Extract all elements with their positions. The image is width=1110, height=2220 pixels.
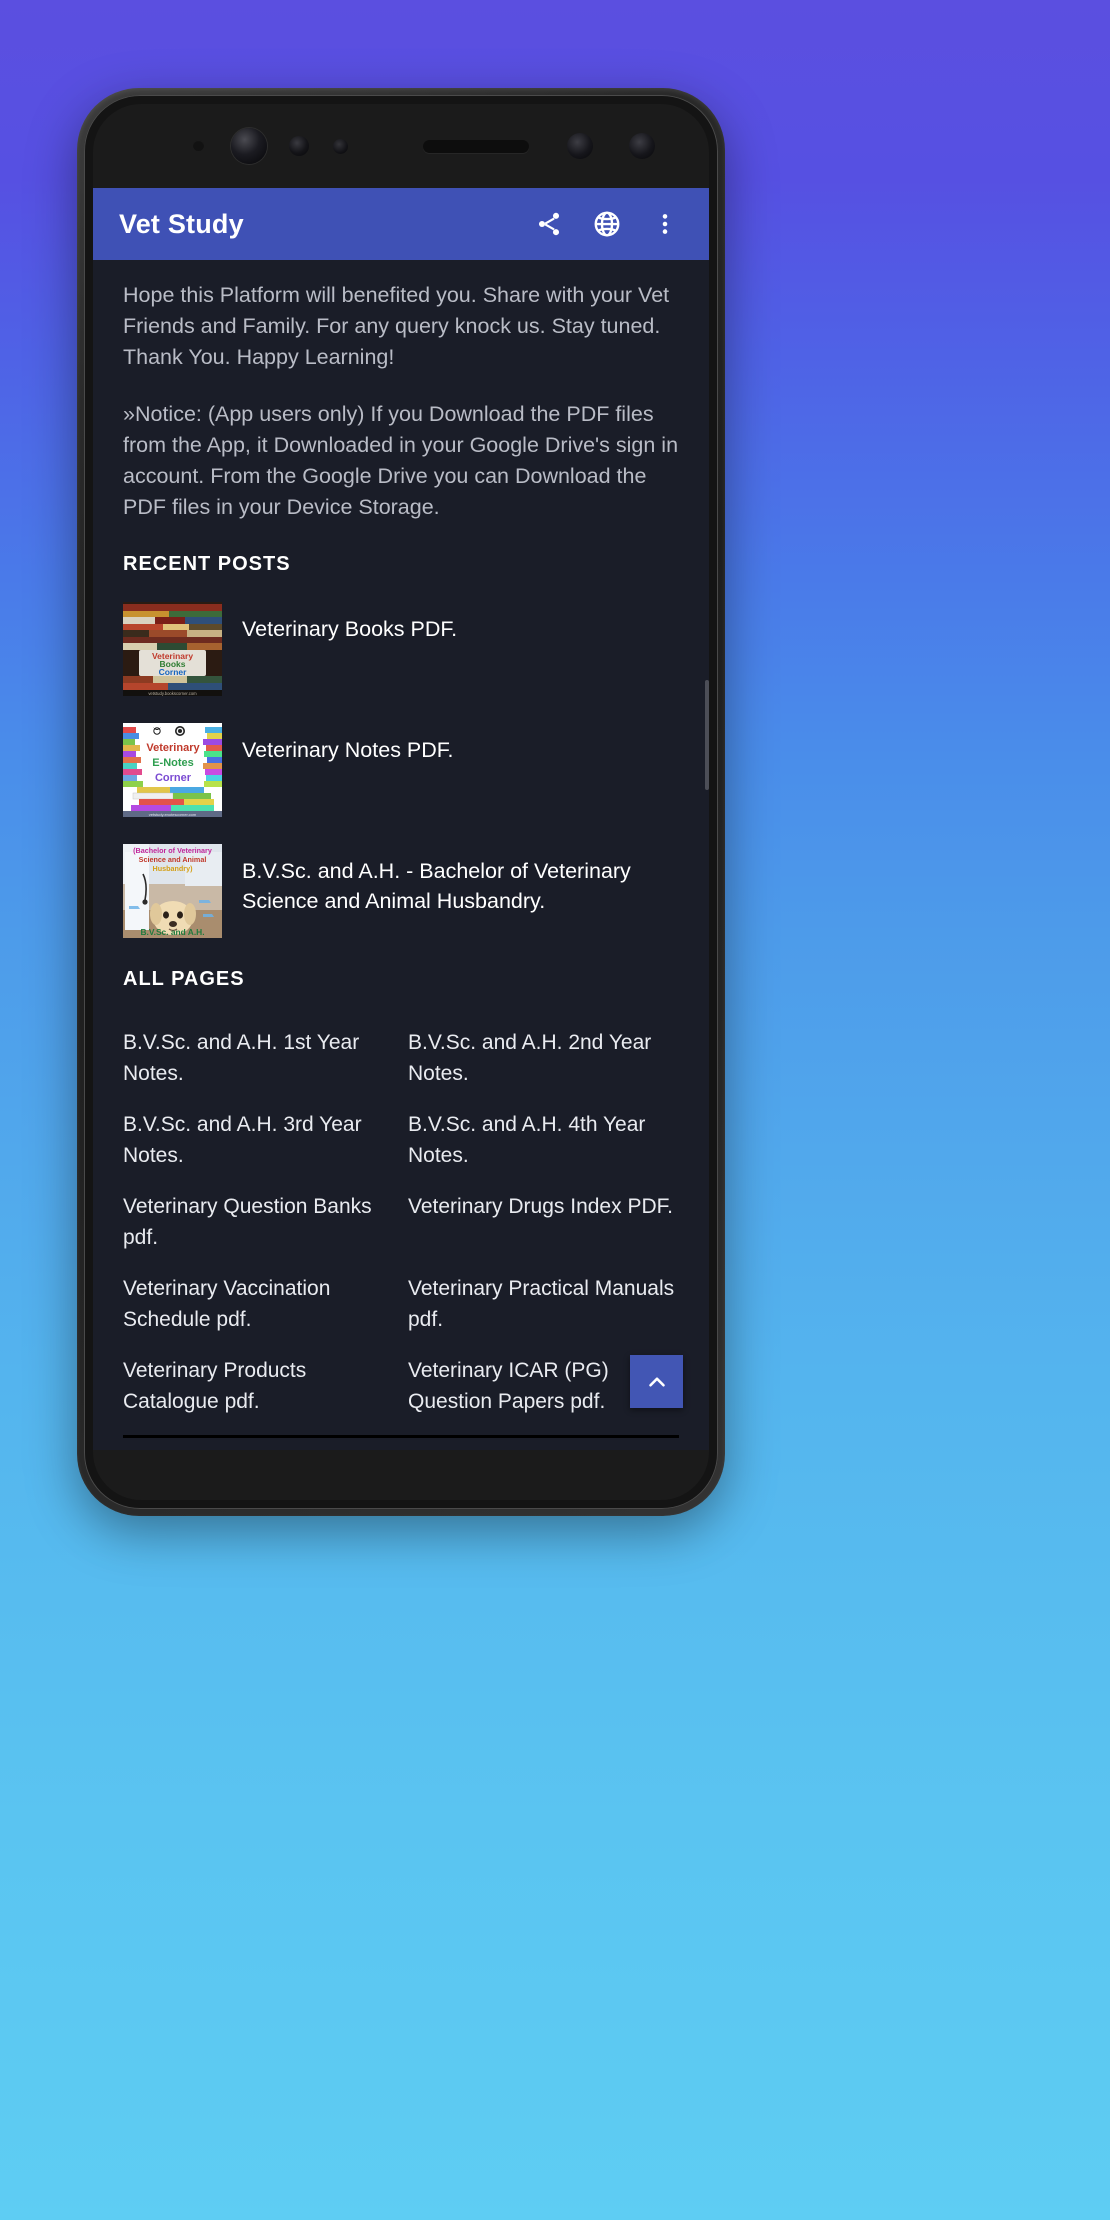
page-backdrop: Vet Study Hope this Platform will benefi… [0, 0, 1110, 2220]
app-bar-actions [523, 198, 691, 250]
page-link[interactable]: B.V.Sc. and A.H. 2nd Year Notes. [408, 1017, 679, 1099]
all-pages-grid: B.V.Sc. and A.H. 1st Year Notes. B.V.Sc.… [123, 1017, 679, 1427]
post-title[interactable]: Veterinary Books PDF. [242, 602, 457, 644]
svg-text:Veterinary: Veterinary [146, 742, 200, 754]
bottom-bezel [93, 1450, 709, 1500]
svg-text:vetstudy.bookscorner.com: vetstudy.bookscorner.com [148, 691, 197, 696]
secondary-sensor-icon [567, 133, 593, 159]
content-scroll-area[interactable]: Hope this Platform will benefited you. S… [93, 260, 709, 1450]
page-link[interactable]: B.V.Sc. and A.H. 4th Year Notes. [408, 1099, 679, 1181]
notice-paragraph: »Notice: (App users only) If you Downloa… [123, 402, 679, 519]
earpiece-speaker [423, 140, 529, 153]
page-link[interactable]: Veterinary Question Banks pdf. [123, 1181, 394, 1263]
svg-text:Corner: Corner [155, 772, 192, 784]
post-title[interactable]: B.V.Sc. and A.H. - Bachelor of Veterinar… [242, 844, 679, 916]
light-sensor-icon [333, 139, 348, 154]
svg-text:B.V.Sc. and A.H.: B.V.Sc. and A.H. [140, 927, 204, 937]
bottom-divider [123, 1435, 679, 1438]
globe-icon[interactable] [581, 198, 633, 250]
page-link[interactable]: Veterinary Practical Manuals pdf. [408, 1263, 679, 1345]
secondary-camera-icon [629, 133, 655, 159]
bvsc-and-ah-thumbnail[interactable]: (Bachelor of Veterinary Science and Anim… [123, 844, 222, 938]
svg-text:Husbandry): Husbandry) [153, 864, 194, 873]
post-title[interactable]: Veterinary Notes PDF. [242, 723, 454, 765]
page-link[interactable]: B.V.Sc. and A.H. 1st Year Notes. [123, 1017, 394, 1099]
page-link[interactable]: Veterinary Products Catalogue pdf. [123, 1345, 394, 1427]
phone-device-frame: Vet Study Hope this Platform will benefi… [77, 88, 725, 1516]
svg-text:(Bachelor of Veterinary: (Bachelor of Veterinary [133, 846, 212, 855]
page-link[interactable]: B.V.Sc. and A.H. 3rd Year Notes. [123, 1099, 394, 1181]
scroll-to-top-button[interactable] [630, 1355, 683, 1408]
list-item[interactable]: Veterinary Books Corner vetstudy.booksco… [123, 602, 679, 696]
veterinary-books-corner-thumbnail[interactable]: Veterinary Books Corner vetstudy.booksco… [123, 602, 222, 696]
scrollbar-thumb[interactable] [705, 680, 709, 790]
front-camera-icon [231, 128, 267, 164]
page-title: Vet Study [119, 208, 244, 239]
proximity-sensor-icon [193, 140, 204, 151]
svg-text:E-Notes: E-Notes [152, 757, 194, 769]
recent-posts-heading: RECENT POSTS [123, 553, 291, 575]
iris-sensor-icon [289, 136, 309, 156]
svg-text:Science and Animal: Science and Animal [139, 855, 207, 864]
list-item[interactable]: Veterinary E-Notes Corner vetstudy.enote… [123, 723, 679, 817]
intro-paragraph: Hope this Platform will benefited you. S… [123, 283, 670, 369]
all-pages-heading: ALL PAGES [123, 968, 245, 990]
share-icon[interactable] [523, 198, 575, 250]
svg-text:Corner: Corner [159, 667, 188, 677]
phone-screen: Vet Study Hope this Platform will benefi… [93, 188, 709, 1450]
chevron-up-icon [648, 1376, 665, 1387]
overflow-menu-icon[interactable] [639, 198, 691, 250]
top-bezel [93, 104, 709, 188]
veterinary-e-notes-corner-thumbnail[interactable]: Veterinary E-Notes Corner vetstudy.enote… [123, 723, 222, 817]
vertical-scrollbar[interactable] [705, 340, 709, 1450]
svg-text:vetstudy.enotescorner.com: vetstudy.enotescorner.com [149, 812, 197, 817]
app-bar: Vet Study [93, 188, 709, 260]
page-link[interactable]: Veterinary Vaccination Schedule pdf. [123, 1263, 394, 1345]
list-item[interactable]: (Bachelor of Veterinary Science and Anim… [123, 844, 679, 938]
page-link[interactable]: Veterinary Drugs Index PDF. [408, 1181, 679, 1263]
